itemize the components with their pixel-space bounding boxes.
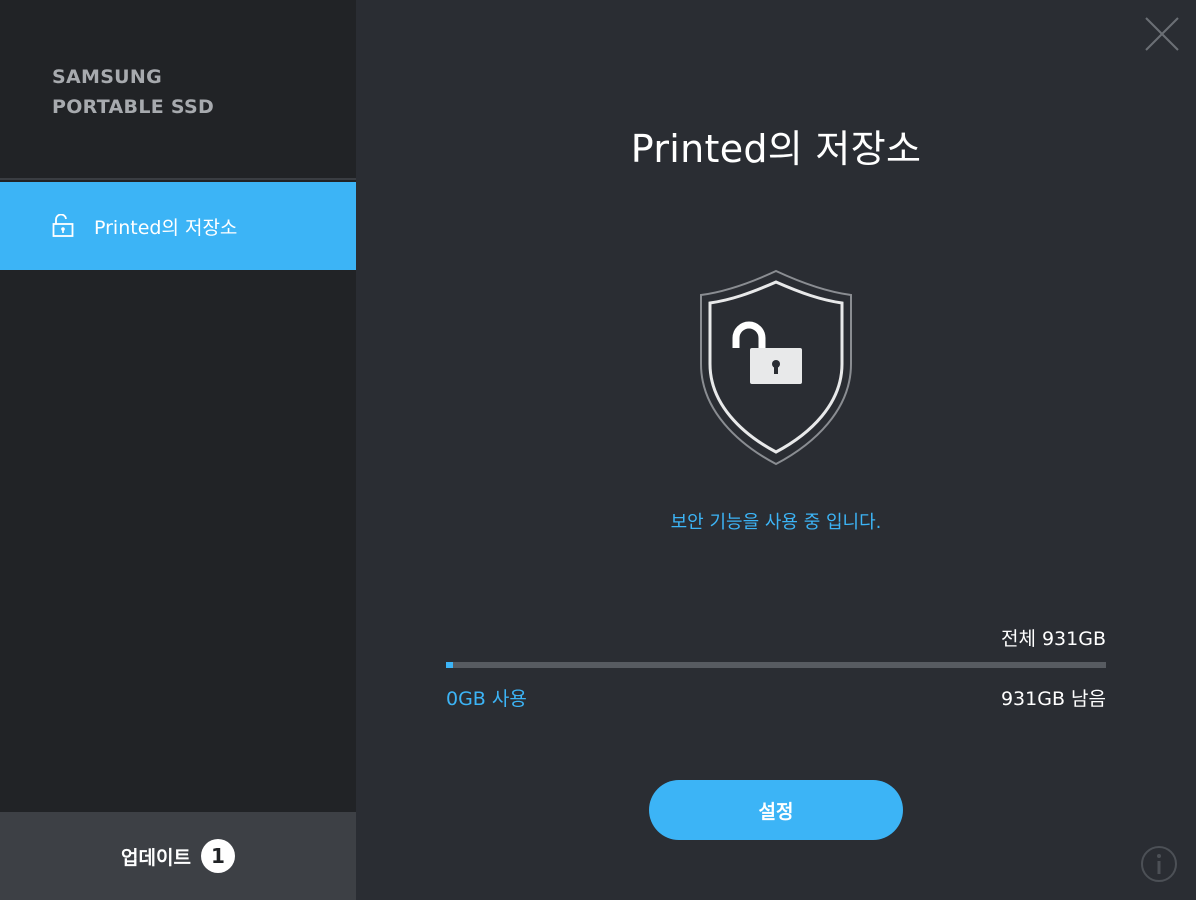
page-title: Printed의 저장소: [630, 127, 922, 171]
close-icon: [1145, 17, 1179, 51]
storage-total: 전체 931GB: [1000, 628, 1106, 650]
sidebar-item-label: Printed의 저장소: [94, 216, 238, 239]
info-button[interactable]: [1140, 845, 1178, 883]
settings-button[interactable]: 설정: [649, 780, 903, 840]
update-button[interactable]: 업데이트 1: [0, 812, 356, 900]
update-count-badge: 1: [200, 839, 235, 873]
unlock-icon: [52, 213, 74, 238]
info-icon: [1141, 846, 1177, 882]
brand-logo: SAMSUNG PORTABLE SSD: [0, 0, 356, 180]
storage-usage-bar: [446, 662, 1106, 668]
storage-remaining: 931GB 남음: [1000, 688, 1106, 710]
security-status-message: 보안 기능을 사용 중 입니다.: [670, 512, 882, 533]
update-label: 업데이트: [121, 846, 191, 869]
storage-usage-fill: [446, 662, 453, 668]
shield-unlocked-icon: [696, 268, 856, 468]
sidebar-item-storage[interactable]: Printed의 저장소: [0, 182, 356, 270]
sidebar: SAMSUNG PORTABLE SSD Printed의 저장소 업데이트 1: [0, 0, 356, 900]
close-button[interactable]: [1144, 16, 1180, 52]
brand-line-1: SAMSUNG: [52, 66, 163, 88]
brand-line-2: PORTABLE SSD: [52, 96, 215, 118]
storage-used: 0GB 사용: [446, 688, 527, 710]
